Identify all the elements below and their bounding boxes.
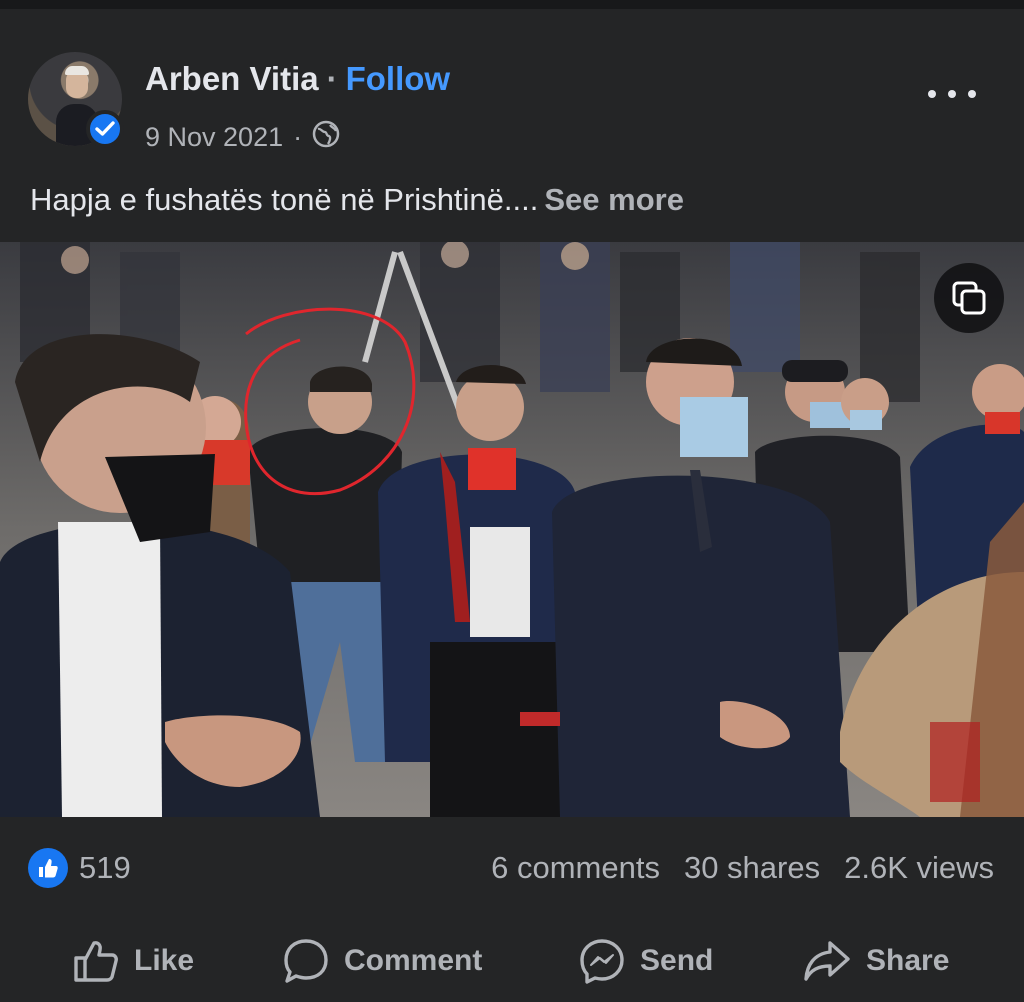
- caption-text: Hapja e fushatës tonë në Prishtinë....: [30, 182, 539, 217]
- name-separator: ·: [326, 60, 338, 97]
- post-actions: Like Comment Send Share: [0, 925, 1024, 997]
- post-header: Arben Vitia · Follow 9 Nov 2021 ·: [0, 40, 1024, 160]
- like-reaction-icon[interactable]: [28, 848, 68, 888]
- share-button[interactable]: Share: [802, 933, 949, 989]
- send-label: Send: [640, 944, 714, 977]
- comment-button[interactable]: Comment: [282, 933, 482, 989]
- send-button[interactable]: Send: [578, 933, 713, 989]
- comment-bubble-icon: [282, 937, 330, 985]
- meta-separator: ·: [293, 122, 303, 152]
- photo-scene: [0, 242, 1024, 817]
- views-count: 2.6K views: [844, 850, 994, 885]
- messenger-icon: [578, 937, 626, 985]
- post-meta: 9 Nov 2021 ·: [145, 120, 340, 155]
- share-arrow-icon: [802, 938, 852, 984]
- post-author-row: Arben Vitia · Follow: [145, 60, 450, 98]
- verified-badge-icon: [86, 110, 124, 148]
- post-date[interactable]: 9 Nov 2021: [145, 122, 283, 153]
- like-count[interactable]: 519: [79, 850, 131, 886]
- author-name[interactable]: Arben Vitia: [145, 60, 319, 97]
- globe-icon: [312, 120, 340, 155]
- comments-count[interactable]: 6 comments: [491, 850, 660, 886]
- share-label: Share: [866, 944, 950, 977]
- post-stats: 519 6 comments 30 shares 2.6K views: [0, 842, 1024, 898]
- see-more-link[interactable]: See more: [544, 182, 684, 217]
- comment-label: Comment: [344, 944, 483, 977]
- post-caption: Hapja e fushatës tonë në Prishtinë.... Se…: [30, 182, 684, 218]
- thumbs-up-icon: [72, 938, 120, 984]
- shares-count[interactable]: 30 shares: [684, 850, 820, 886]
- like-label: Like: [134, 944, 195, 977]
- follow-button[interactable]: Follow: [346, 60, 450, 97]
- like-button[interactable]: Like: [72, 933, 194, 989]
- more-options-icon[interactable]: [928, 82, 976, 106]
- post-photo[interactable]: [0, 242, 1024, 817]
- multiple-photos-icon[interactable]: [934, 263, 1004, 333]
- status-bar: [0, 0, 1024, 9]
